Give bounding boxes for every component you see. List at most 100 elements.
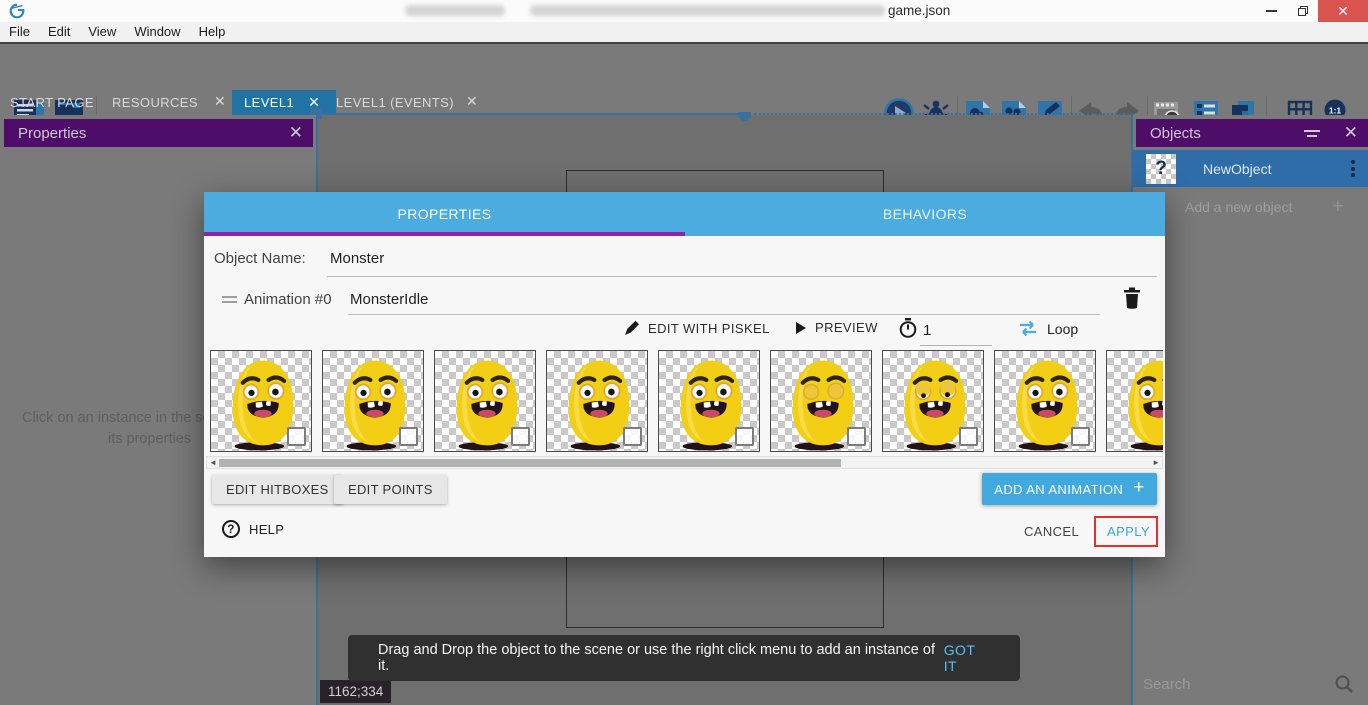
question-icon: ? [222, 520, 240, 538]
selection-top-handle[interactable] [738, 112, 751, 121]
plus-icon: + [1133, 477, 1145, 499]
object-list-item[interactable]: ? NewObject [1133, 150, 1368, 187]
properties-panel-title: Properties [18, 125, 86, 142]
edit-hitboxes-button[interactable]: EDIT HITBOXES [212, 475, 343, 504]
scene-selection-border-dotted [754, 113, 1133, 115]
frame-checkbox[interactable] [735, 427, 754, 446]
play-small-icon [795, 321, 807, 335]
scene-selection-border [316, 113, 742, 115]
dialog-tabbar: PROPERTIES BEHAVIORS [204, 192, 1165, 236]
restore-button[interactable] [1288, 0, 1318, 22]
objects-panel: Objects ✕ ? NewObject Add a new object + [1133, 115, 1368, 705]
properties-close-icon[interactable]: ✕ [279, 123, 313, 143]
objects-close-icon[interactable]: ✕ [1334, 123, 1368, 143]
minimize-button[interactable] [1256, 0, 1286, 22]
tab-level1-events-close-icon[interactable]: ✕ [462, 93, 482, 110]
menu-file[interactable]: File [0, 21, 39, 43]
dialog-tab-properties[interactable]: PROPERTIES [204, 192, 685, 236]
frames-scrollbar[interactable]: ◄ ► [206, 456, 1163, 469]
restore-icon [1298, 6, 1308, 16]
frame-checkbox[interactable] [623, 427, 642, 446]
animation-frame-3[interactable] [546, 350, 648, 452]
hint-toast: Drag and Drop the object to the scene or… [348, 635, 1020, 681]
edit-with-piskel-button[interactable]: EDIT WITH PISKEL [624, 320, 770, 336]
loop-icon [1018, 320, 1038, 337]
object-name-underline [327, 276, 1157, 277]
frame-checkbox[interactable] [399, 427, 418, 446]
monster-sprite [1113, 353, 1163, 453]
got-it-button[interactable]: GOT IT [944, 642, 992, 674]
menu-bar: File Edit View Window Help [0, 22, 1368, 44]
menu-help[interactable]: Help [190, 21, 235, 43]
stopwatch-icon [898, 318, 918, 338]
scroll-left-icon[interactable]: ◄ [209, 458, 217, 468]
cancel-button[interactable]: CANCEL [1024, 524, 1079, 539]
object-thumbnail-unknown-icon: ? [1146, 154, 1176, 184]
animation-frame-4[interactable] [658, 350, 760, 452]
main-toolbar: 1:1 [0, 46, 1368, 90]
edit-points-button[interactable]: EDIT POINTS [334, 475, 447, 504]
animation-drag-handle[interactable] [222, 296, 237, 303]
filter-icon[interactable] [1302, 126, 1322, 141]
frame-checkbox[interactable] [1071, 427, 1090, 446]
frame-checkbox[interactable] [511, 427, 530, 446]
frames-strip [206, 350, 1163, 454]
active-tab-indicator [204, 232, 685, 236]
animation-frame-0[interactable] [210, 350, 312, 452]
animation-name-underline [348, 314, 1100, 315]
objects-search-input[interactable] [1143, 676, 1323, 693]
object-name: NewObject [1203, 161, 1271, 177]
help-button[interactable]: ? HELP [222, 520, 284, 538]
frame-checkbox[interactable] [959, 427, 978, 446]
title-bar: game.json ✕ [0, 0, 1368, 22]
cursor-coordinates: 1162;334 [320, 680, 391, 703]
scroll-right-icon[interactable]: ► [1152, 458, 1160, 468]
gdevelop-logo-icon [8, 2, 26, 20]
tab-resources-close-icon[interactable]: ✕ [210, 93, 230, 110]
loop-toggle[interactable]: Loop [1018, 320, 1078, 337]
scrollbar-thumb[interactable] [219, 459, 841, 467]
object-editor-dialog: PROPERTIES BEHAVIORS Object Name: Monste… [204, 192, 1165, 557]
time-input-underline [920, 345, 992, 346]
animation-frame-5[interactable] [770, 350, 872, 452]
apply-button[interactable]: APPLY [1107, 524, 1150, 539]
preview-button[interactable]: PREVIEW [795, 320, 878, 335]
animation-label: Animation #0 [244, 291, 332, 308]
time-between-frames-input[interactable]: 1 [923, 322, 993, 339]
object-menu-icon[interactable] [1348, 157, 1358, 180]
objects-panel-header: Objects ✕ [1136, 119, 1368, 147]
objects-panel-title: Objects [1150, 125, 1201, 142]
search-icon [1334, 674, 1354, 694]
menu-window[interactable]: Window [125, 21, 189, 43]
tab-resources[interactable]: RESOURCES [112, 90, 198, 115]
animation-frame-2[interactable] [434, 350, 536, 452]
animation-frame-6[interactable] [882, 350, 984, 452]
animation-frame-7[interactable] [994, 350, 1096, 452]
properties-panel-header: Properties ✕ [4, 119, 313, 147]
minimize-icon [1266, 10, 1277, 12]
editor-tabbar: START PAGE RESOURCES ✕ LEVEL1 ✕ LEVEL1 (… [0, 90, 1368, 115]
menu-edit[interactable]: Edit [39, 21, 79, 43]
add-animation-button[interactable]: ADD AN ANIMATION+ [982, 473, 1157, 505]
tab-start-page[interactable]: START PAGE [10, 90, 94, 115]
animation-frame-8[interactable] [1106, 350, 1163, 452]
object-name-input[interactable]: Monster [330, 250, 384, 267]
plus-icon: + [1332, 195, 1344, 219]
animation-name-input[interactable]: MonsterIdle [350, 291, 428, 308]
object-name-label: Object Name: [214, 250, 306, 267]
toast-message: Drag and Drop the object to the scene or… [378, 642, 944, 674]
menu-view[interactable]: View [79, 21, 125, 43]
close-button[interactable]: ✕ [1318, 0, 1368, 22]
redacted-path-segment [530, 5, 885, 16]
add-object-button[interactable]: Add a new object + [1133, 193, 1368, 221]
tab-level1-events[interactable]: LEVEL1 (EVENTS) [336, 90, 454, 115]
gdevelop-window: game.json ✕ File Edit View Window Help [0, 0, 1368, 705]
frame-checkbox[interactable] [847, 427, 866, 446]
redacted-title-segment [405, 5, 505, 16]
dialog-tab-behaviors[interactable]: BEHAVIORS [685, 192, 1165, 236]
objects-search-row [1133, 663, 1368, 705]
frame-checkbox[interactable] [287, 427, 306, 446]
document-title: game.json [888, 3, 950, 18]
animation-frame-1[interactable] [322, 350, 424, 452]
trash-icon[interactable] [1123, 287, 1141, 309]
